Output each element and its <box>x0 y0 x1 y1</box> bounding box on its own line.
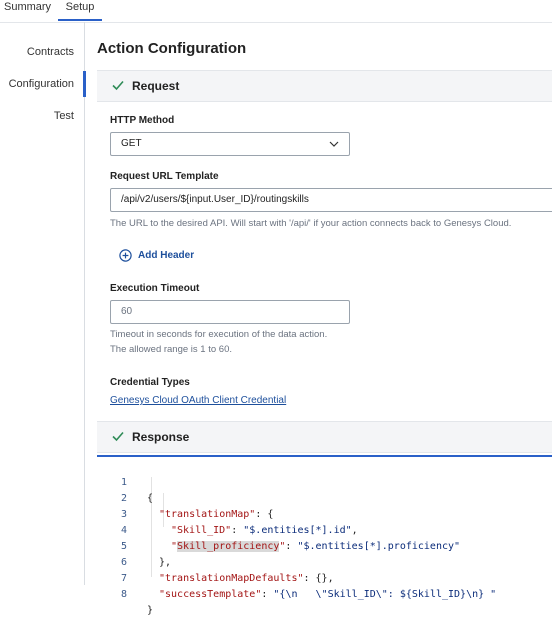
url-template-label: Request URL Template <box>110 171 219 182</box>
url-template-value: /api/v2/users/${input.User_ID}/routingsk… <box>121 194 309 205</box>
response-section-label: Response <box>132 430 190 444</box>
code-line: 3 "Skill_ID": "$.entities[*].id", <box>97 491 358 536</box>
nav-item-contracts[interactable]: Contracts <box>27 46 74 58</box>
code-text: "Skill_proficiency": "$.entities[*].prof… <box>171 541 461 552</box>
checkmark-icon <box>112 431 124 442</box>
nav-item-configuration[interactable]: Configuration <box>9 78 74 90</box>
side-nav: Contracts Configuration Test <box>0 22 86 585</box>
code-text: } <box>147 605 154 616</box>
code-text: "Skill_ID": "$.entities[*].id", <box>171 525 358 536</box>
add-header-label: Add Header <box>138 250 195 261</box>
request-section-label: Request <box>132 79 180 93</box>
code-line: 2 "translationMap": { <box>97 475 273 520</box>
timeout-help-text: Timeout in seconds for execution of the … <box>110 329 328 340</box>
page-title: Action Configuration <box>97 40 247 57</box>
code-line: 4 "Skill_proficiency": "$.entities[*].pr… <box>97 507 460 552</box>
checkmark-icon <box>112 80 124 91</box>
url-help-text: The URL to the desired API. Will start w… <box>110 218 512 229</box>
code-line: 5 }, <box>97 523 171 568</box>
response-section-header[interactable]: Response <box>97 421 552 453</box>
code-text: "translationMap": { <box>159 509 274 520</box>
credential-type-link[interactable]: Genesys Cloud OAuth Client Credential <box>110 395 286 406</box>
nav-active-indicator <box>83 71 86 97</box>
request-section-header[interactable]: Request <box>97 70 552 102</box>
text-selection: Skill_proficiency <box>177 541 280 552</box>
top-tabs: Summary Setup <box>0 0 552 23</box>
chevron-down-icon <box>329 141 339 147</box>
code-line: 1 { <box>97 459 153 504</box>
nav-item-test[interactable]: Test <box>54 110 74 122</box>
code-text: { <box>147 493 154 504</box>
line-number: 8 <box>120 589 127 600</box>
add-circle-icon <box>119 249 132 262</box>
http-method-value: GET <box>121 138 142 149</box>
timeout-value: 60 <box>121 306 133 317</box>
http-method-label: HTTP Method <box>110 115 175 126</box>
timeout-input[interactable]: 60 <box>110 300 350 324</box>
timeout-range-text: The allowed range is 1 to 60. <box>110 344 232 355</box>
http-method-select[interactable]: GET <box>110 132 350 156</box>
tab-summary[interactable]: Summary <box>0 0 58 21</box>
timeout-label: Execution Timeout <box>110 283 200 294</box>
code-line: 6 "translationMapDefaults": {}, <box>97 539 334 584</box>
code-line: 7 "successTemplate": "{\n \"Skill_ID\": … <box>97 555 496 600</box>
code-text: "successTemplate": "{\n \"Skill_ID\": ${… <box>159 589 497 600</box>
tab-setup[interactable]: Setup <box>58 0 102 21</box>
response-code-editor[interactable]: 1 { 2 "translationMap": { 3 "Skill_ID": … <box>97 455 552 616</box>
code-text: }, <box>159 557 172 568</box>
credential-types-label: Credential Types <box>110 377 190 388</box>
url-template-input[interactable]: /api/v2/users/${input.User_ID}/routingsk… <box>110 188 552 212</box>
